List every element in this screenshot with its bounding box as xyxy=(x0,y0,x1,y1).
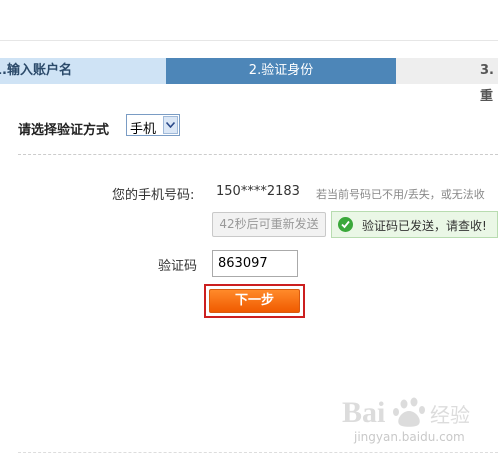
code-sent-text: 验证码已发送，请查收! xyxy=(362,219,487,233)
chevron-down-icon[interactable] xyxy=(163,116,178,134)
phone-lost-link[interactable]: 若当前号码已不用/丢失，或无法收 xyxy=(316,186,498,202)
phone-number: 150****2183 xyxy=(216,184,300,199)
baidu-jingyan-watermark: Bai 经验 jingyan.baidu.com xyxy=(338,390,478,460)
step-3: 3.重 xyxy=(396,58,498,104)
watermark-url: jingyan.baidu.com xyxy=(354,430,465,444)
next-step-button[interactable]: 下一步 xyxy=(209,289,300,313)
check-icon xyxy=(338,217,353,232)
section-divider xyxy=(18,154,498,155)
step-3-label: 3.重 xyxy=(480,63,494,104)
top-divider xyxy=(0,40,498,41)
verify-method-label: 请选择验证方式 xyxy=(18,123,110,138)
phone-label: 您的手机号码: xyxy=(112,188,195,203)
resend-code-button[interactable]: 42秒后可重新发送 xyxy=(212,212,326,237)
step-2-label: 2.验证身份 xyxy=(248,63,314,78)
progress-steps: 1.输入账户名 2.验证身份 3.重 xyxy=(0,58,498,104)
svg-text:Bai: Bai xyxy=(342,396,385,429)
verify-method-value: 手机 xyxy=(130,122,157,137)
svg-text:经验: 经验 xyxy=(430,403,470,427)
step-1: 1.输入账户名 xyxy=(0,58,166,84)
step-1-label: 1.输入账户名 xyxy=(0,63,72,78)
code-sent-notice: 验证码已发送，请查收! xyxy=(331,211,498,238)
code-label: 验证码 xyxy=(158,259,198,274)
next-button-highlight: 下一步 xyxy=(204,284,305,318)
page: 1.输入账户名 2.验证身份 3.重 请选择验证方式 手机 您的手机号码: 15… xyxy=(0,0,498,471)
verify-method-select[interactable]: 手机 xyxy=(126,114,180,137)
verification-code-input[interactable]: 863097 xyxy=(212,250,298,277)
step-2: 2.验证身份 xyxy=(166,58,396,84)
baidu-jingyan-logo: Bai 经验 xyxy=(342,396,470,429)
